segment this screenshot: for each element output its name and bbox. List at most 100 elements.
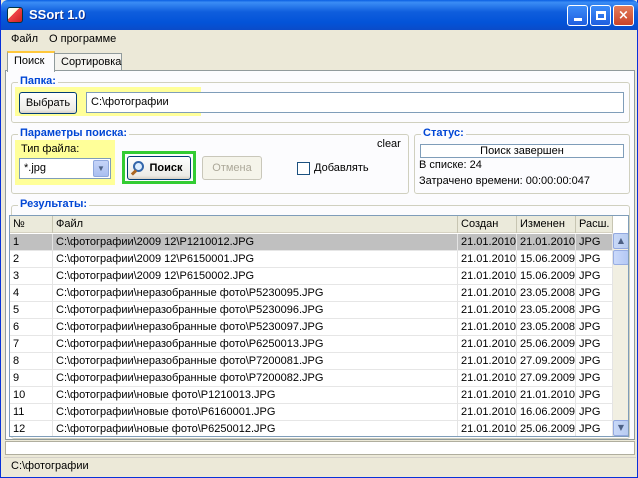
status-group-title: Статус:	[421, 127, 466, 139]
choose-folder-button[interactable]: Выбрать	[19, 92, 77, 114]
maximize-button[interactable]	[590, 5, 611, 26]
cell-created: 21.01.2010	[458, 421, 517, 436]
table-row[interactable]: 10 C:\фотографии\новые фото\P1210013.JPG 2…	[10, 387, 613, 404]
column-header-number[interactable]: №	[10, 216, 53, 233]
magnifier-handle	[130, 169, 138, 176]
column-header-created[interactable]: Создан	[458, 216, 517, 233]
cell-number: 6	[10, 319, 53, 336]
cell-file: C:\фотографии\неразобранные фото\P523009…	[53, 302, 458, 319]
cell-file: C:\фотографии\неразобранные фото\P720008…	[53, 353, 458, 370]
close-icon: ×	[618, 8, 629, 23]
cell-file: C:\фотографии\неразобранные фото\P523009…	[53, 285, 458, 302]
append-checkbox[interactable]	[297, 162, 310, 175]
cell-file: C:\фотографии\новые фото\P6250012.JPG	[53, 421, 458, 436]
results-table[interactable]: № Файл Создан Изменен Расш. 1 C:\фотограф…	[9, 215, 629, 437]
filetype-value: *.jpg	[24, 162, 47, 174]
cell-number: 2	[10, 251, 53, 268]
cell-created: 21.01.2010	[458, 302, 517, 319]
cell-created: 21.01.2010	[458, 353, 517, 370]
cell-modified: 23.05.2008	[517, 319, 576, 336]
table-row[interactable]: 5 C:\фотографии\неразобранные фото\P52300…	[10, 302, 613, 319]
cell-modified: 27.09.2009	[517, 370, 576, 387]
search-params-title: Параметры поиска:	[18, 127, 130, 139]
maximize-icon	[595, 11, 606, 20]
progress-bar	[5, 441, 635, 455]
title-bar[interactable]: SSort 1.0 ×	[1, 0, 638, 30]
status-elapsed: Затрачено времени: 00:00:00:047	[419, 175, 590, 187]
cell-modified: 15.06.2009	[517, 268, 576, 285]
tab-search[interactable]: Поиск	[7, 51, 55, 72]
cell-created: 21.01.2010	[458, 251, 517, 268]
table-row[interactable]: 6 C:\фотографии\неразобранные фото\P52300…	[10, 319, 613, 336]
table-row[interactable]: 2 C:\фотографии\2009 12\P6150001.JPG 21.01…	[10, 251, 613, 268]
cell-file: C:\фотографии\неразобранные фото\P720008…	[53, 370, 458, 387]
table-row[interactable]: 1 C:\фотографии\2009 12\P1210012.JPG 21.01…	[10, 234, 613, 251]
cell-created: 21.01.2010	[458, 370, 517, 387]
cell-modified: 21.01.2010	[517, 234, 576, 251]
column-header-file[interactable]: Файл	[53, 216, 458, 233]
cell-number: 11	[10, 404, 53, 421]
table-row[interactable]: 3 C:\фотографии\2009 12\P6150002.JPG 21.01…	[10, 268, 613, 285]
window-title: SSort 1.0	[29, 7, 86, 22]
cancel-button[interactable]: Отмена	[202, 156, 262, 180]
cell-extension: JPG	[576, 251, 613, 268]
cell-extension: JPG	[576, 336, 613, 353]
cell-file: C:\фотографии\новые фото\P1210013.JPG	[53, 387, 458, 404]
table-row[interactable]: 11 C:\фотографии\новые фото\P6160001.JPG 2…	[10, 404, 613, 421]
cell-extension: JPG	[576, 319, 613, 336]
cell-modified: 25.06.2009	[517, 421, 576, 436]
cell-file: C:\фотографии\2009 12\P6150001.JPG	[53, 251, 458, 268]
cell-extension: JPG	[576, 387, 613, 404]
menu-about[interactable]: О программе	[49, 33, 116, 45]
cell-file: C:\фотографии\2009 12\P6150002.JPG	[53, 268, 458, 285]
status-count: В списке: 24	[419, 159, 482, 171]
cell-created: 21.01.2010	[458, 285, 517, 302]
chevron-down-icon[interactable]: ▼	[93, 160, 109, 177]
cell-file: C:\фотографии\неразобранные фото\P625001…	[53, 336, 458, 353]
filetype-label: Тип файла:	[21, 143, 80, 155]
folder-group-title: Папка:	[18, 75, 58, 87]
cell-number: 9	[10, 370, 53, 387]
cell-number: 10	[10, 387, 53, 404]
search-button[interactable]: Поиск	[127, 156, 191, 180]
cell-modified: 21.01.2010	[517, 387, 576, 404]
clear-link[interactable]: clear	[377, 138, 401, 150]
table-row[interactable]: 4 C:\фотографии\неразобранные фото\P52300…	[10, 285, 613, 302]
cell-number: 4	[10, 285, 53, 302]
column-header-extension[interactable]: Расш.	[576, 216, 613, 233]
cell-number: 8	[10, 353, 53, 370]
menu-file[interactable]: Файл	[11, 33, 38, 45]
cell-modified: 15.06.2009	[517, 251, 576, 268]
results-group-title: Результаты:	[18, 198, 90, 210]
status-state-box: Поиск завершен	[420, 144, 624, 158]
cell-modified: 27.09.2009	[517, 353, 576, 370]
cell-created: 21.01.2010	[458, 268, 517, 285]
table-row[interactable]: 12 C:\фотографии\новые фото\P6250012.JPG 2…	[10, 421, 613, 436]
status-bar-path: C:\фотографии	[11, 460, 89, 472]
cell-extension: JPG	[576, 285, 613, 302]
app-icon	[7, 7, 23, 23]
column-header-modified[interactable]: Изменен	[517, 216, 576, 233]
table-row[interactable]: 9 C:\фотографии\неразобранные фото\P72000…	[10, 370, 613, 387]
minimize-button[interactable]	[567, 5, 588, 26]
cell-extension: JPG	[576, 404, 613, 421]
folder-path-field[interactable]: C:\фотографии	[86, 92, 624, 113]
cell-modified: 23.05.2008	[517, 285, 576, 302]
table-row[interactable]: 7 C:\фотографии\неразобранные фото\P62500…	[10, 336, 613, 353]
scroll-thumb[interactable]	[613, 250, 628, 265]
cell-file: C:\фотографии\2009 12\P1210012.JPG	[53, 234, 458, 251]
table-row[interactable]: 8 C:\фотографии\неразобранные фото\P72000…	[10, 353, 613, 370]
cell-extension: JPG	[576, 370, 613, 387]
cell-modified: 25.06.2009	[517, 336, 576, 353]
close-button[interactable]: ×	[613, 5, 634, 26]
app-window: SSort 1.0 × Файл О программе Поиск Сорти…	[0, 0, 638, 478]
vertical-scrollbar[interactable]: ▲ ▼	[612, 233, 628, 436]
cell-created: 21.01.2010	[458, 336, 517, 353]
filetype-select[interactable]: *.jpg ▼	[19, 158, 111, 179]
scroll-down-icon[interactable]: ▼	[613, 420, 628, 436]
scroll-up-icon[interactable]: ▲	[613, 233, 628, 249]
cell-number: 5	[10, 302, 53, 319]
status-bar: C:\фотографии	[4, 457, 636, 475]
cell-created: 21.01.2010	[458, 234, 517, 251]
append-label: Добавлять	[314, 162, 369, 174]
